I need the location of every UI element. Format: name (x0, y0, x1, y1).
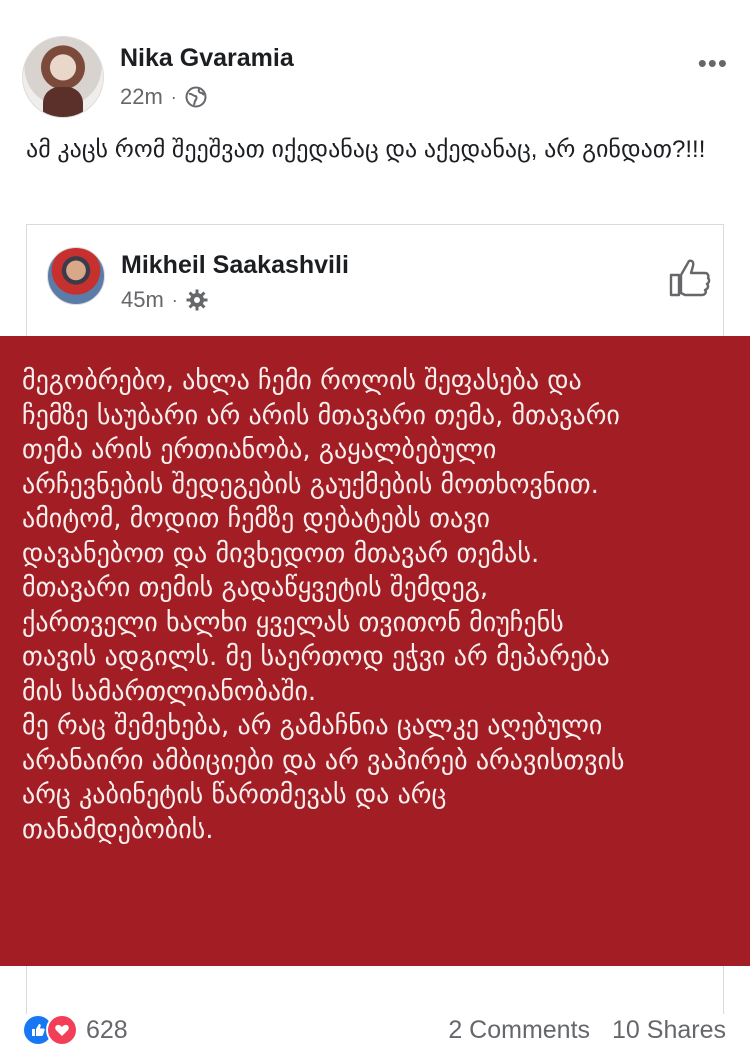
more-options-button[interactable]: ••• (698, 48, 728, 79)
globe-icon (185, 86, 207, 108)
shares-link[interactable]: 10 Shares (612, 1016, 726, 1045)
comments-link[interactable]: 2 Comments (448, 1016, 590, 1045)
post-meta: 22m · (120, 84, 207, 110)
shared-post-header: Mikheil Saakashvili 45m · (47, 247, 711, 312)
author-name[interactable]: Nika Gvaramia (120, 44, 294, 73)
love-reaction-icon (46, 1014, 78, 1046)
shared-author-name[interactable]: Mikheil Saakashvili (121, 251, 349, 280)
post-header: Nika Gvaramia 22m · ••• (22, 36, 732, 118)
shared-post-time[interactable]: 45m (121, 287, 164, 313)
reactions-summary[interactable]: 628 (22, 1014, 128, 1046)
meta-separator: · (170, 86, 177, 107)
engagement-counts: 2 Comments 10 Shares (448, 1016, 726, 1045)
post-text: ამ კაცს რომ შეეშვათ იქედანაც და აქედანაც… (26, 136, 706, 163)
shared-meta-separator: · (171, 289, 178, 310)
thumbs-up-icon[interactable] (667, 255, 713, 301)
post-time[interactable]: 22m (120, 84, 163, 110)
shared-post-meta: 45m · (121, 287, 208, 313)
author-avatar[interactable] (22, 36, 104, 118)
reaction-count: 628 (86, 1015, 128, 1044)
shared-post-text: მეგობრებო, ახლა ჩემი როლის შეფასება და ჩ… (22, 366, 625, 845)
gear-icon (186, 289, 208, 311)
post-footer: 628 2 Comments 10 Shares (22, 1008, 730, 1052)
shared-author-avatar[interactable] (47, 247, 105, 305)
